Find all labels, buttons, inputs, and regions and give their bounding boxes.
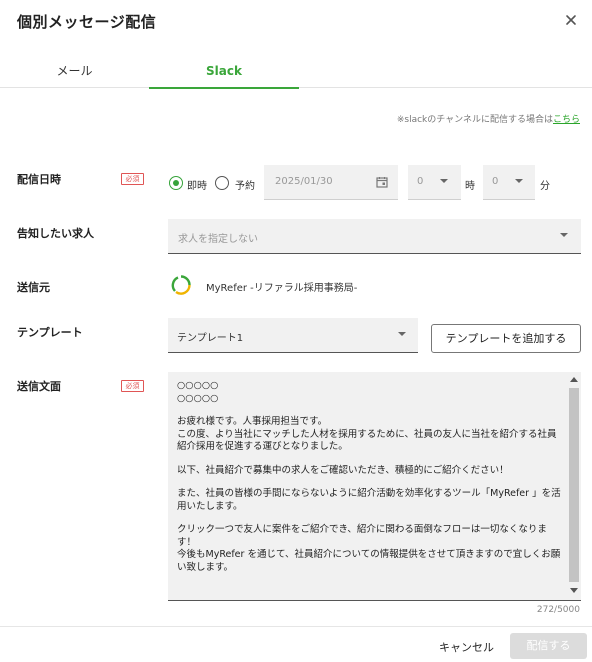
message-paragraph: ○○○○○ ○○○○○ [177, 380, 219, 404]
minute-unit: 分 [540, 181, 550, 192]
modal-title: 個別メッセージ配信 [17, 13, 157, 31]
modal-header: 個別メッセージ配信 [0, 0, 592, 44]
minute-value: 0 [492, 176, 499, 187]
char-counter: 272/5000 [536, 605, 580, 615]
minute-select[interactable]: 0 [483, 165, 535, 200]
job-label: 告知したい求人 [17, 227, 94, 240]
job-select[interactable]: 求人を指定しない [168, 219, 581, 254]
myrefer-logo-icon [171, 275, 191, 295]
chevron-down-icon [440, 179, 448, 183]
radio-immediate-label: 即時 [187, 181, 207, 192]
template-select[interactable]: テンプレート1 [168, 318, 418, 353]
scroll-down-icon[interactable] [570, 588, 578, 593]
template-value: テンプレート1 [177, 333, 244, 344]
body-label: 送信文面 [17, 380, 61, 393]
sender-value: MyRefer -リファラル採用事務局- [206, 283, 358, 294]
required-badge: 必須 [121, 173, 144, 185]
textarea-scrollbar[interactable] [569, 372, 581, 600]
calendar-icon [376, 176, 388, 188]
message-paragraph: お疲れ様です。人事採用担当です。 この度、より当社にマッチした人材を採用するため… [177, 416, 557, 452]
radio-scheduled[interactable] [215, 176, 229, 190]
note-link[interactable]: こちら [553, 115, 580, 125]
date-field[interactable]: 2025/01/30 [264, 165, 398, 200]
channel-tabs: メール Slack [0, 54, 592, 89]
scroll-up-icon[interactable] [570, 377, 578, 382]
job-placeholder: 求人を指定しない [178, 234, 258, 245]
modal-footer: キャンセル 配信する [0, 626, 592, 662]
template-label: テンプレート [17, 326, 83, 339]
sender-label: 送信元 [17, 281, 50, 294]
scrollbar-thumb[interactable] [569, 388, 579, 582]
required-badge: 必須 [121, 380, 144, 392]
send-button[interactable]: 配信する [510, 633, 587, 659]
hour-select[interactable]: 0 [408, 165, 461, 200]
cancel-button[interactable]: キャンセル [439, 639, 494, 655]
tab-mail[interactable]: メール [0, 54, 149, 88]
hour-value: 0 [417, 176, 424, 187]
schedule-label: 配信日時 [17, 173, 61, 186]
message-paragraph: また、社員の皆様の手間にならないように紹介活動を効率化するツール「MyRefer… [177, 488, 561, 512]
close-icon[interactable] [563, 12, 579, 28]
chevron-down-icon [398, 332, 406, 336]
tab-slack[interactable]: Slack [149, 54, 299, 89]
chevron-down-icon [515, 179, 523, 183]
add-template-button[interactable]: テンプレートを追加する [431, 324, 581, 353]
note-text: ※slackのチャンネルに配信する場合は [396, 115, 553, 125]
message-text: ○○○○○ ○○○○○ お疲れ様です。人事採用担当です。 この度、より当社にマッ… [177, 380, 562, 585]
hour-unit: 時 [465, 181, 475, 192]
slack-channel-note: ※slackのチャンネルに配信する場合はこちら [397, 112, 580, 125]
message-paragraph: クリック一つで友人に案件をご紹介でき、紹介に関わる面倒なフローは一切なくなります… [177, 524, 561, 573]
date-value: 2025/01/30 [275, 176, 333, 187]
radio-immediate[interactable] [169, 176, 183, 190]
radio-scheduled-label: 予約 [235, 181, 255, 192]
chevron-down-icon [560, 233, 568, 237]
message-paragraph: 以下、社員紹介で募集中の求人をご確認いただき、積極的にご紹介ください！ [177, 464, 509, 476]
message-textarea[interactable]: ○○○○○ ○○○○○ お疲れ様です。人事採用担当です。 この度、より当社にマッ… [168, 372, 581, 601]
